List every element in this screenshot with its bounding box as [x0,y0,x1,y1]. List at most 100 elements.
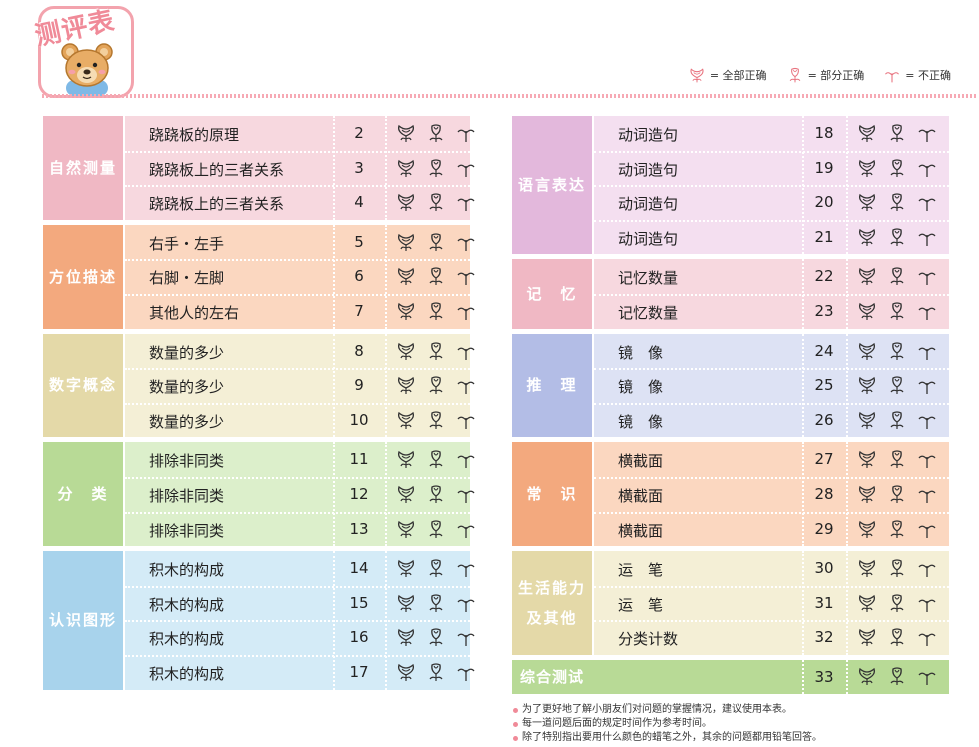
item-title: 运 笔 [618,595,664,614]
item-title: 排除非同类 [149,452,225,471]
incorrect-icon [457,564,475,578]
full-correct-icon [398,451,414,469]
incorrect-icon [457,198,475,212]
category-label: 方位描述 [43,224,123,329]
item-number: 17 [349,663,369,681]
bullet-icon [513,707,518,713]
item-number: 3 [354,158,364,177]
incorrect-icon [918,455,936,469]
partial-correct-icon [429,267,443,286]
partial-correct-icon [429,559,443,578]
score-marks [395,374,477,396]
item-title: 积木的构成 [149,561,225,580]
category-label: 生活能力 及其他 [512,551,592,655]
row-divider [125,259,470,262]
partial-correct-icon [429,519,443,538]
incorrect-icon [457,668,475,681]
legend-label: = 部分正确 [807,69,865,82]
score-marks [395,409,477,431]
legend-label: = 全部正确 [709,69,767,82]
full-correct-icon [398,485,414,503]
partial-correct-icon [890,450,904,469]
partial-correct-icon [890,559,904,578]
legend: = 全部正确 = 部分正确 = 不正确 [687,66,951,84]
item-number: 12 [349,485,369,503]
row-divider [125,477,470,479]
partial-correct-icon [429,594,443,612]
score-marks [856,665,938,687]
full-correct-icon [398,124,414,142]
note-item: 为了更好地了解小朋友们对问题的掌握情况，建议使用本表。 [513,703,822,717]
incorrect-icon [457,238,475,251]
row-divider [594,150,949,153]
partial-correct-icon [429,341,443,360]
item-number: 8 [354,341,364,360]
item-title: 动词造句 [618,229,679,248]
incorrect-icon [918,347,936,360]
column-divider [385,116,387,220]
item-title: 数量的多少 [149,412,225,431]
row-divider [125,368,470,371]
incorrect-icon [918,129,936,142]
column-divider [333,442,335,547]
partial-correct-icon [890,376,904,395]
partial-correct-icon [429,193,443,212]
item-title: 横截面 [618,452,664,471]
incorrect-icon [918,272,936,286]
score-marks [395,626,477,648]
score-marks [395,157,477,179]
item-title: 积木的构成 [149,595,225,614]
row-divider [594,477,949,479]
score-marks [395,300,477,322]
item-number: 19 [814,158,834,177]
item-number: 24 [814,341,834,360]
full-correct-icon [859,194,875,212]
item-title: 跷跷板的原理 [149,126,240,144]
partial-correct-icon [890,341,904,360]
partial-correct-icon [890,411,904,429]
row-divider [594,620,949,623]
incorrect-icon [457,129,475,142]
category-label: 自然测量 [43,116,123,220]
column-divider [846,442,848,547]
incorrect-icon [918,599,936,612]
full-correct-icon [859,159,875,177]
full-correct-icon [398,629,414,647]
full-correct-icon [398,520,414,538]
incorrect-icon [457,490,475,503]
row-divider [125,585,470,588]
item-number: 30 [814,559,834,578]
score-marks [856,557,938,579]
header-divider [42,94,977,98]
score-marks [395,483,477,505]
category-label: 常 识 [512,442,592,547]
category-label: 分 类 [43,442,123,547]
item-number: 22 [814,267,834,286]
item-number: 14 [349,559,369,578]
full-correct-icon [859,667,875,685]
incorrect-icon [457,272,475,286]
incorrect-icon [457,416,475,429]
score-marks [395,592,477,614]
incorrect-icon [457,307,475,320]
item-title: 镜 像 [618,378,664,397]
item-number: 23 [814,302,834,320]
item-title: 其他人的左右 [149,304,240,322]
score-marks [395,557,477,579]
row-divider [594,294,949,296]
item-title: 横截面 [618,521,664,540]
item-title: 积木的构成 [149,665,225,683]
score-marks [856,300,938,322]
item-number: 11 [349,450,369,469]
partial-correct-icon [429,233,443,251]
score-marks [856,191,938,213]
item-number: 31 [814,593,834,612]
incorrect-icon [918,198,936,212]
item-title: 跷跷板上的三者关系 [149,195,285,214]
score-marks [856,626,938,648]
category-label: 数字概念 [43,333,123,438]
partial-correct-icon [890,193,904,212]
row-divider [594,185,949,188]
score-marks [395,448,477,470]
item-number: 25 [814,376,834,395]
